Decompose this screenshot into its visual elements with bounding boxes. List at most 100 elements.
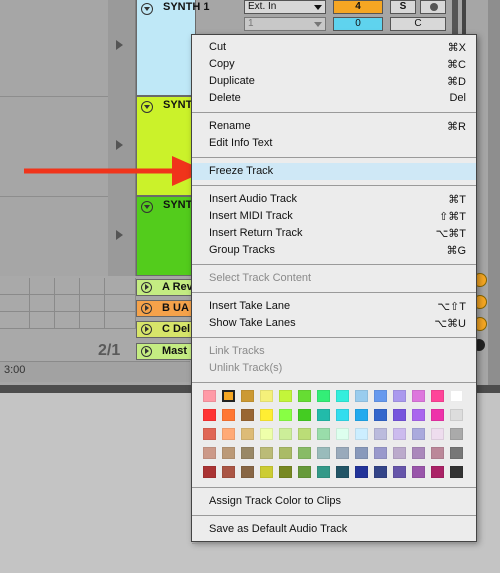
color-swatch[interactable] [393, 447, 406, 459]
color-swatch[interactable] [450, 409, 463, 421]
master-track[interactable]: Mast [136, 343, 196, 360]
color-swatch[interactable] [412, 409, 425, 421]
color-swatch[interactable] [241, 409, 254, 421]
menu-item-show-take-lanes[interactable]: Show Take Lanes ⌥⌘U [192, 315, 476, 332]
color-swatch[interactable] [222, 409, 235, 421]
color-swatch[interactable] [336, 409, 349, 421]
play-icon[interactable] [141, 303, 152, 314]
scene-launch-icon[interactable] [116, 40, 123, 50]
scene-launch-icon[interactable] [116, 140, 123, 150]
color-swatch[interactable] [203, 447, 216, 459]
color-swatch[interactable] [450, 447, 463, 459]
color-swatch[interactable] [241, 428, 254, 440]
crossfade-button[interactable]: C [390, 17, 446, 31]
color-swatch[interactable] [355, 428, 368, 440]
menu-item-save-as-default-audio-track[interactable]: Save as Default Audio Track [192, 521, 476, 538]
color-swatch[interactable] [412, 447, 425, 459]
color-swatch[interactable] [336, 390, 349, 402]
menu-item-insert-take-lane[interactable]: Insert Take Lane ⌥⇧T [192, 298, 476, 315]
color-swatch[interactable] [222, 428, 235, 440]
color-swatch[interactable] [298, 390, 311, 402]
fold-toggle-icon[interactable] [141, 101, 153, 113]
color-swatch[interactable] [279, 409, 292, 421]
color-swatch[interactable] [431, 428, 444, 440]
color-swatch[interactable] [241, 466, 254, 478]
color-swatch[interactable] [431, 466, 444, 478]
color-swatch[interactable] [393, 466, 406, 478]
color-swatch[interactable] [355, 409, 368, 421]
track-header-synth-1[interactable]: SYNTH 1 [136, 0, 209, 96]
color-swatch[interactable] [222, 390, 235, 402]
fold-toggle-icon[interactable] [141, 3, 153, 15]
fold-toggle-icon[interactable] [141, 201, 153, 213]
color-swatch[interactable] [203, 390, 216, 402]
menu-item-edit-info-text[interactable]: Edit Info Text [192, 135, 476, 152]
color-swatch[interactable] [222, 447, 235, 459]
color-swatch[interactable] [203, 466, 216, 478]
volume-field[interactable]: 0 [333, 17, 383, 31]
color-swatch[interactable] [317, 428, 330, 440]
menu-item-freeze-track[interactable]: Freeze Track [192, 163, 476, 180]
color-swatch[interactable] [412, 390, 425, 402]
input-channel-select[interactable]: 1 [244, 17, 326, 31]
color-swatch[interactable] [260, 447, 273, 459]
menu-item-rename[interactable]: Rename ⌘R [192, 118, 476, 135]
menu-item-insert-midi-track[interactable]: Insert MIDI Track ⇧⌘T [192, 208, 476, 225]
color-swatch[interactable] [374, 466, 387, 478]
color-swatch[interactable] [431, 390, 444, 402]
color-swatch[interactable] [279, 447, 292, 459]
color-swatch[interactable] [336, 466, 349, 478]
menu-item-cut[interactable]: Cut ⌘X [192, 39, 476, 56]
color-swatch[interactable] [298, 409, 311, 421]
menu-item-delete[interactable]: Delete Del [192, 90, 476, 107]
color-swatch[interactable] [412, 428, 425, 440]
color-swatch[interactable] [241, 447, 254, 459]
return-track-c[interactable]: C Del [136, 321, 196, 338]
arm-button[interactable] [420, 0, 446, 14]
color-swatch[interactable] [222, 466, 235, 478]
color-swatch[interactable] [374, 428, 387, 440]
color-swatch[interactable] [279, 390, 292, 402]
color-swatch[interactable] [450, 390, 463, 402]
color-swatch[interactable] [374, 447, 387, 459]
play-icon[interactable] [141, 282, 152, 293]
color-swatch[interactable] [355, 390, 368, 402]
color-swatch[interactable] [260, 390, 273, 402]
color-swatch[interactable] [431, 409, 444, 421]
color-swatch[interactable] [450, 466, 463, 478]
color-swatch[interactable] [203, 409, 216, 421]
menu-item-insert-return-track[interactable]: Insert Return Track ⌥⌘T [192, 225, 476, 242]
color-swatch[interactable] [374, 390, 387, 402]
track-header-synth-3[interactable]: SYNTH [136, 196, 200, 276]
color-swatch[interactable] [355, 466, 368, 478]
color-swatch[interactable] [260, 409, 273, 421]
color-swatch[interactable] [355, 447, 368, 459]
color-swatch[interactable] [298, 447, 311, 459]
color-swatch[interactable] [431, 447, 444, 459]
menu-item-insert-audio-track[interactable]: Insert Audio Track ⌘T [192, 191, 476, 208]
color-swatch[interactable] [393, 428, 406, 440]
color-swatch[interactable] [203, 428, 216, 440]
color-swatch[interactable] [393, 390, 406, 402]
menu-item-group-tracks[interactable]: Group Tracks ⌘G [192, 242, 476, 259]
scene-launch-icon[interactable] [116, 230, 123, 240]
color-swatch[interactable] [279, 466, 292, 478]
menu-item-copy[interactable]: Copy ⌘C [192, 56, 476, 73]
color-swatch[interactable] [317, 409, 330, 421]
solo-button[interactable]: S [390, 0, 416, 14]
color-swatch[interactable] [298, 466, 311, 478]
menu-item-duplicate[interactable]: Duplicate ⌘D [192, 73, 476, 90]
return-track-b[interactable]: B UA [136, 300, 196, 317]
color-swatch[interactable] [317, 447, 330, 459]
color-swatch[interactable] [279, 428, 292, 440]
color-swatch[interactable] [374, 409, 387, 421]
color-swatch[interactable] [450, 428, 463, 440]
color-swatch[interactable] [336, 428, 349, 440]
color-swatch[interactable] [317, 466, 330, 478]
color-swatch[interactable] [260, 428, 273, 440]
color-swatch[interactable] [412, 466, 425, 478]
play-icon[interactable] [141, 346, 152, 357]
color-swatch[interactable] [393, 409, 406, 421]
play-icon[interactable] [141, 324, 152, 335]
input-type-select[interactable]: Ext. In [244, 0, 326, 14]
